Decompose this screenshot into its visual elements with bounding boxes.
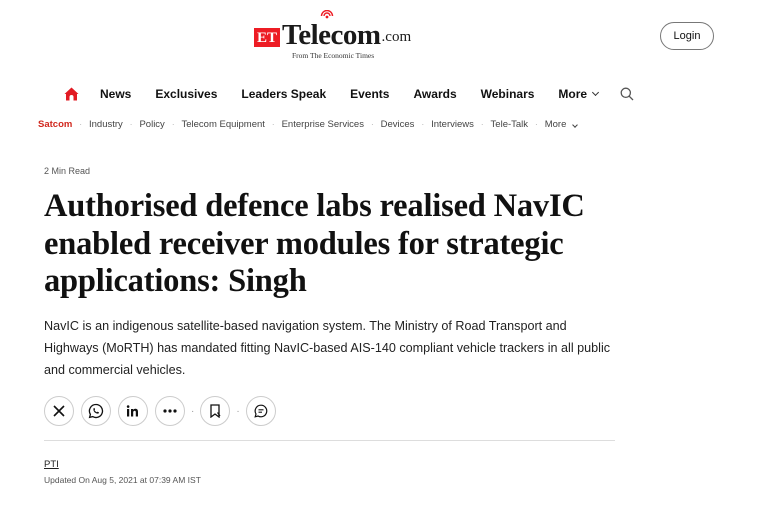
nav-item-awards[interactable]: Awards	[413, 87, 456, 101]
sub-nav: Satcom · Industry · Policy · Telecom Equ…	[38, 119, 578, 130]
nav-item-leaders-speak[interactable]: Leaders Speak	[241, 87, 326, 101]
separator-dot: ·	[421, 120, 425, 129]
logo-brand: Telecom	[282, 10, 381, 50]
separator-dot: ·	[370, 120, 374, 129]
article-headline: Authorised defence labs realised NavIC e…	[44, 188, 585, 299]
sub-nav-interviews[interactable]: Interviews	[431, 119, 474, 130]
chevron-down-icon	[592, 88, 600, 97]
home-icon[interactable]	[64, 86, 80, 102]
x-icon[interactable]	[44, 396, 74, 426]
separator-dot: ·	[79, 120, 82, 129]
sub-nav-telecom-equipment[interactable]: Telecom Equipment	[181, 119, 264, 130]
separator-dot: ·	[535, 120, 538, 129]
logo-et-badge: ET	[254, 28, 281, 47]
article-summary: NavIC is an indigenous satellite-based n…	[44, 319, 611, 377]
logo-tagline: From The Economic Times	[292, 51, 375, 60]
divider	[44, 440, 615, 441]
comment-icon[interactable]	[245, 396, 276, 426]
login-button[interactable]: Login	[660, 22, 714, 50]
main-nav: News Exclusives Leaders Speak Events Awa…	[64, 84, 634, 104]
sub-nav-more[interactable]: More	[544, 119, 578, 130]
site-logo[interactable]: ET Telecom .com From The Economic Times	[254, 10, 434, 66]
sub-nav-policy[interactable]: Policy	[139, 119, 164, 130]
separator-dot: ·	[480, 120, 484, 129]
search-icon[interactable]	[620, 87, 634, 101]
updated-timestamp: Updated On Aug 5, 2021 at 07:39 AM IST	[44, 475, 201, 485]
separator-dot: ·	[129, 120, 133, 129]
signal-icon	[320, 10, 334, 19]
nav-item-exclusives[interactable]: Exclusives	[155, 87, 217, 101]
separator-dot: ·	[236, 405, 240, 417]
sub-nav-satcom[interactable]: Satcom	[38, 119, 72, 130]
nav-item-events[interactable]: Events	[350, 87, 389, 101]
separator-dot: ·	[191, 405, 195, 417]
sub-nav-devices[interactable]: Devices	[381, 119, 415, 130]
read-time: 2 Min Read	[44, 166, 91, 176]
nav-item-news[interactable]: News	[100, 87, 131, 101]
logo-domain: .com	[381, 29, 412, 45]
whatsapp-icon[interactable]	[81, 396, 111, 426]
sub-nav-tele-talk[interactable]: Tele-Talk	[491, 119, 529, 130]
separator-dot: ·	[271, 120, 275, 129]
nav-item-webinars[interactable]: Webinars	[481, 87, 535, 101]
sub-nav-industry[interactable]: Industry	[89, 119, 123, 130]
separator-dot: ·	[171, 120, 175, 129]
bookmark-icon[interactable]	[200, 396, 231, 426]
share-toolbar: · ·	[44, 396, 283, 426]
nav-more-label: More	[558, 87, 588, 101]
linkedin-icon[interactable]	[118, 396, 148, 426]
chevron-down-icon	[572, 122, 578, 128]
author-byline[interactable]: PTI	[44, 459, 59, 470]
sub-nav-enterprise-services[interactable]: Enterprise Services	[282, 119, 364, 130]
nav-item-more[interactable]: More	[558, 87, 600, 101]
more-dots-icon[interactable]	[155, 396, 185, 426]
sub-nav-more-label: More	[544, 119, 567, 130]
